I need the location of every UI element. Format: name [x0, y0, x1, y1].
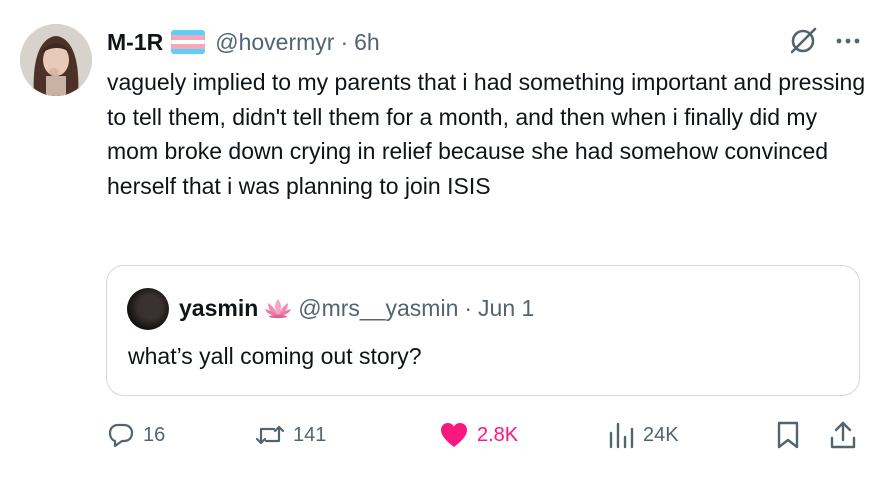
tweet-text: vaguely implied to my parents that i had…	[107, 69, 866, 199]
author-display-name[interactable]: M-1R	[107, 26, 163, 58]
reply-count: 16	[143, 423, 166, 446]
quoted-separator: ·	[464, 295, 473, 321]
quoted-tweet-header: yasmin @mrs__yasmin · Jun 1	[179, 292, 534, 324]
bookmark-button[interactable]	[775, 418, 801, 452]
tweet: M-1R @hovermyr · 6h vaguely implied to m…	[0, 0, 890, 488]
grok-icon[interactable]	[788, 26, 818, 56]
quoted-tweet[interactable]: yasmin @mrs__yasmin · Jun 1 what’s yall …	[106, 265, 860, 396]
repost-icon	[255, 421, 285, 449]
more-options-icon[interactable]	[836, 37, 860, 45]
view-count: 24K	[643, 423, 679, 446]
quoted-display-name[interactable]: yasmin	[179, 292, 258, 324]
views-button[interactable]: 24K	[607, 418, 679, 452]
tweet-header: M-1R @hovermyr · 6h	[107, 26, 380, 58]
tweet-action-bar: 16 141 2.8K 24K	[107, 418, 862, 452]
header-separator: ·	[340, 29, 349, 55]
bookmark-icon	[775, 420, 801, 450]
repost-button[interactable]: 141	[255, 418, 326, 452]
share-button[interactable]	[829, 418, 857, 452]
trans-flag-icon	[171, 30, 206, 54]
share-icon	[829, 420, 857, 450]
author-handle[interactable]: @hovermyr	[215, 26, 334, 58]
quoted-handle[interactable]: @mrs__yasmin	[298, 292, 458, 324]
heart-icon	[439, 421, 469, 449]
quoted-author-avatar[interactable]	[127, 288, 169, 330]
author-avatar[interactable]	[20, 24, 92, 96]
avatar-image	[20, 24, 92, 96]
like-count: 2.8K	[477, 423, 519, 446]
tweet-timestamp[interactable]: 6h	[354, 26, 380, 58]
reply-icon	[107, 421, 135, 449]
quoted-date[interactable]: Jun 1	[478, 292, 534, 324]
reply-button[interactable]: 16	[107, 418, 165, 452]
analytics-icon	[607, 421, 635, 449]
like-button[interactable]: 2.8K	[439, 418, 518, 452]
quoted-tweet-text: what’s yall coming out story?	[128, 343, 422, 369]
lotus-icon	[264, 297, 292, 319]
header-actions	[788, 26, 860, 56]
repost-count: 141	[293, 423, 327, 446]
